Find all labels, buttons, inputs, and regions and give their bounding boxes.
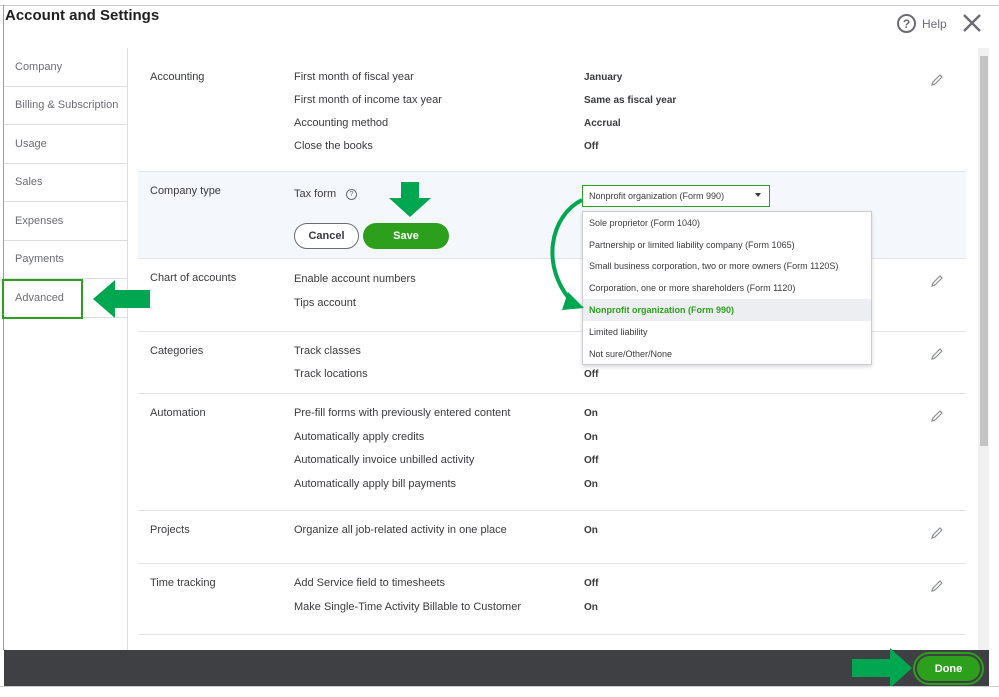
- row-value: On: [584, 602, 598, 613]
- dropdown-option[interactable]: Sole proprietor (Form 1040): [583, 212, 871, 234]
- tax-form-select[interactable]: Nonprofit organization (Form 990): [582, 185, 770, 207]
- row-label: Add Service field to timesheets: [294, 577, 446, 589]
- chevron-down-icon: [755, 193, 761, 197]
- tax-form-dropdown-menu: Sole proprietor (Form 1040) Partnership …: [582, 211, 872, 365]
- dropdown-option[interactable]: Limited liability: [583, 321, 871, 343]
- pencil-icon[interactable]: [930, 347, 944, 361]
- dropdown-option[interactable]: Partnership or limited liability company…: [583, 234, 871, 256]
- tax-form-help-icon[interactable]: ?: [346, 189, 357, 200]
- row-label: Track classes: [294, 345, 361, 357]
- row-label: Automatically apply bill payments: [294, 478, 457, 490]
- bottom-strip: [0, 686, 999, 697]
- section-title: Company type: [150, 185, 221, 197]
- settings-sidebar: Company Billing & Subscription Usage Sal…: [4, 48, 128, 650]
- footer-bar: [4, 650, 989, 686]
- section-title: Chart of accounts: [150, 272, 237, 284]
- green-curved-arrow-icon: [550, 198, 584, 310]
- row-value: On: [584, 432, 598, 443]
- row-label: Automatically invoice unbilled activity: [294, 454, 475, 466]
- row-label: Close the books: [294, 140, 373, 152]
- row-label: Accounting method: [294, 117, 389, 129]
- row-value: On: [584, 479, 598, 490]
- advanced-highlight-box: [2, 279, 83, 319]
- sidebar-item-expenses[interactable]: Expenses: [4, 202, 127, 241]
- pencil-icon[interactable]: [930, 73, 944, 87]
- dropdown-option[interactable]: Small business corporation, two or more …: [583, 256, 871, 278]
- row-label: Enable account numbers: [294, 273, 416, 285]
- row-value: Off: [584, 578, 599, 589]
- sidebar-item-payments[interactable]: Payments: [4, 241, 127, 279]
- section-title: Accounting: [150, 71, 205, 83]
- pencil-icon[interactable]: [930, 409, 944, 423]
- section-title: Time tracking: [150, 577, 216, 589]
- help-circle-icon: ?: [897, 14, 916, 33]
- sidebar-item-company[interactable]: Company: [4, 48, 127, 87]
- row-value: January: [584, 72, 623, 83]
- done-button[interactable]: Done: [917, 656, 980, 681]
- help-button[interactable]: ? Help: [897, 14, 947, 33]
- green-arrow-icon: [852, 648, 912, 688]
- pencil-icon[interactable]: [930, 579, 944, 593]
- save-button[interactable]: Save: [363, 223, 449, 249]
- help-label: Help: [922, 16, 947, 31]
- row-label: First month of income tax year: [294, 94, 442, 106]
- section-title: Automation: [150, 407, 206, 419]
- pencil-icon[interactable]: [930, 274, 944, 288]
- row-label: Track locations: [294, 368, 368, 380]
- scrollbar-thumb[interactable]: [980, 56, 988, 446]
- section-automation[interactable]: Automation Pre-fill forms with previousl…: [138, 394, 966, 511]
- row-label: Automatically apply credits: [294, 431, 425, 443]
- close-icon[interactable]: [961, 12, 983, 34]
- sidebar-item-sales[interactable]: Sales: [4, 164, 127, 202]
- dropdown-option[interactable]: Not sure/Other/None: [583, 343, 871, 365]
- row-value: Off: [584, 455, 599, 466]
- dropdown-option[interactable]: Corporation, one or more shareholders (F…: [583, 277, 871, 299]
- section-title: Projects: [150, 524, 190, 536]
- row-value: Accrual: [584, 118, 621, 129]
- sidebar-item-billing-subscription[interactable]: Billing & Subscription: [4, 87, 127, 125]
- dropdown-option-selected[interactable]: Nonprofit organization (Form 990): [583, 299, 871, 321]
- pencil-icon[interactable]: [930, 526, 944, 540]
- section-time-tracking[interactable]: Time tracking Add Service field to times…: [138, 564, 966, 635]
- row-label: Organize all job-related activity in one…: [294, 524, 507, 536]
- row-label: Tips account: [294, 297, 356, 309]
- row-value: Same as fiscal year: [584, 95, 677, 106]
- section-title: Categories: [150, 345, 204, 357]
- section-accounting[interactable]: Accounting First month of fiscal year Ja…: [138, 48, 966, 172]
- row-label: First month of fiscal year: [294, 71, 414, 83]
- tax-form-selected-value: Nonprofit organization (Form 990): [589, 191, 725, 201]
- row-value: On: [584, 525, 598, 536]
- row-value: On: [584, 408, 598, 419]
- cancel-button[interactable]: Cancel: [294, 223, 359, 249]
- section-projects[interactable]: Projects Organize all job-related activi…: [138, 511, 966, 564]
- row-label: Make Single-Time Activity Billable to Cu…: [294, 601, 522, 613]
- row-label: Pre-fill forms with previously entered c…: [294, 407, 511, 419]
- window-top-border: [0, 5, 999, 6]
- green-arrow-icon: [389, 182, 431, 217]
- sidebar-item-usage[interactable]: Usage: [4, 125, 127, 164]
- tax-form-label: Tax form: [294, 188, 337, 200]
- row-value: Off: [584, 141, 599, 152]
- row-value: Off: [584, 369, 599, 380]
- page-title: Account and Settings: [5, 7, 160, 24]
